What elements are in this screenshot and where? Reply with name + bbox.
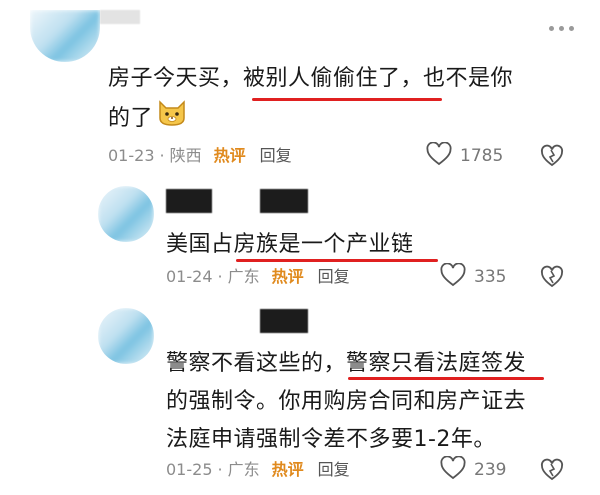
separator-dot: ·: [159, 146, 165, 165]
comment-date: 01-24: [166, 267, 213, 286]
red-underline: [348, 377, 544, 380]
red-underline: [236, 259, 438, 262]
comment-text-line: 的了: [108, 98, 578, 139]
hot-badge: 热评: [213, 146, 246, 165]
like-count: 335: [474, 267, 507, 287]
redacted-username: [260, 309, 308, 333]
reply-button[interactable]: 回复: [318, 266, 350, 288]
like-button[interactable]: 1785: [426, 140, 504, 171]
hot-badge: 热评: [271, 460, 304, 479]
like-button[interactable]: 239: [440, 454, 507, 485]
comment-meta: 01-24 · 广东 热评 回复: [166, 266, 350, 288]
dot: [559, 26, 564, 31]
like-button[interactable]: 335: [440, 261, 507, 292]
comment-text-line2: 的了: [108, 105, 154, 131]
avatar[interactable]: [98, 308, 154, 364]
heart-icon: [440, 261, 466, 292]
redacted-username: [166, 189, 212, 213]
like-count: 239: [474, 460, 507, 480]
comment-text: 警察不看这些的，警察只看法庭签发 的强制令。你用购房合同和房产证去 法庭申请强制…: [166, 345, 586, 459]
heart-icon: [426, 140, 452, 171]
cat-face-emoji-icon: [157, 98, 187, 139]
avatar[interactable]: [98, 186, 154, 242]
dislike-icon[interactable]: [540, 144, 564, 172]
comment-region: 广东: [227, 267, 260, 286]
hot-badge: 热评: [271, 267, 304, 286]
reply-button[interactable]: 回复: [318, 459, 350, 481]
dislike-icon[interactable]: [540, 458, 564, 486]
comment-text-line: 的强制令。你用购房合同和房产证去: [166, 389, 527, 414]
avatar[interactable]: [30, 10, 100, 62]
heart-icon: [440, 454, 466, 485]
reply-button[interactable]: 回复: [260, 145, 292, 167]
like-count: 1785: [460, 146, 504, 166]
comment-date: 01-23: [108, 146, 155, 165]
comment-region: 陕西: [169, 146, 202, 165]
comment-meta: 01-23 · 陕西 热评 回复: [108, 145, 292, 167]
separator-dot: ·: [217, 267, 223, 286]
more-options-button[interactable]: [549, 26, 574, 31]
dot: [549, 26, 554, 31]
comment-text-line: 房子今天买，被别人偷偷住了，也不是你: [108, 66, 514, 91]
dot: [569, 26, 574, 31]
comment-region: 广东: [227, 460, 260, 479]
redacted-username: [260, 189, 308, 213]
separator-dot: ·: [217, 460, 223, 479]
red-underline: [252, 98, 442, 101]
comment-date: 01-25: [166, 460, 213, 479]
comment-meta: 01-25 · 广东 热评 回复: [166, 459, 350, 481]
comment-text-line: 法庭申请强制令差不多要1-2年。: [166, 427, 496, 452]
dislike-icon[interactable]: [540, 265, 564, 293]
redacted-username: [100, 10, 140, 24]
